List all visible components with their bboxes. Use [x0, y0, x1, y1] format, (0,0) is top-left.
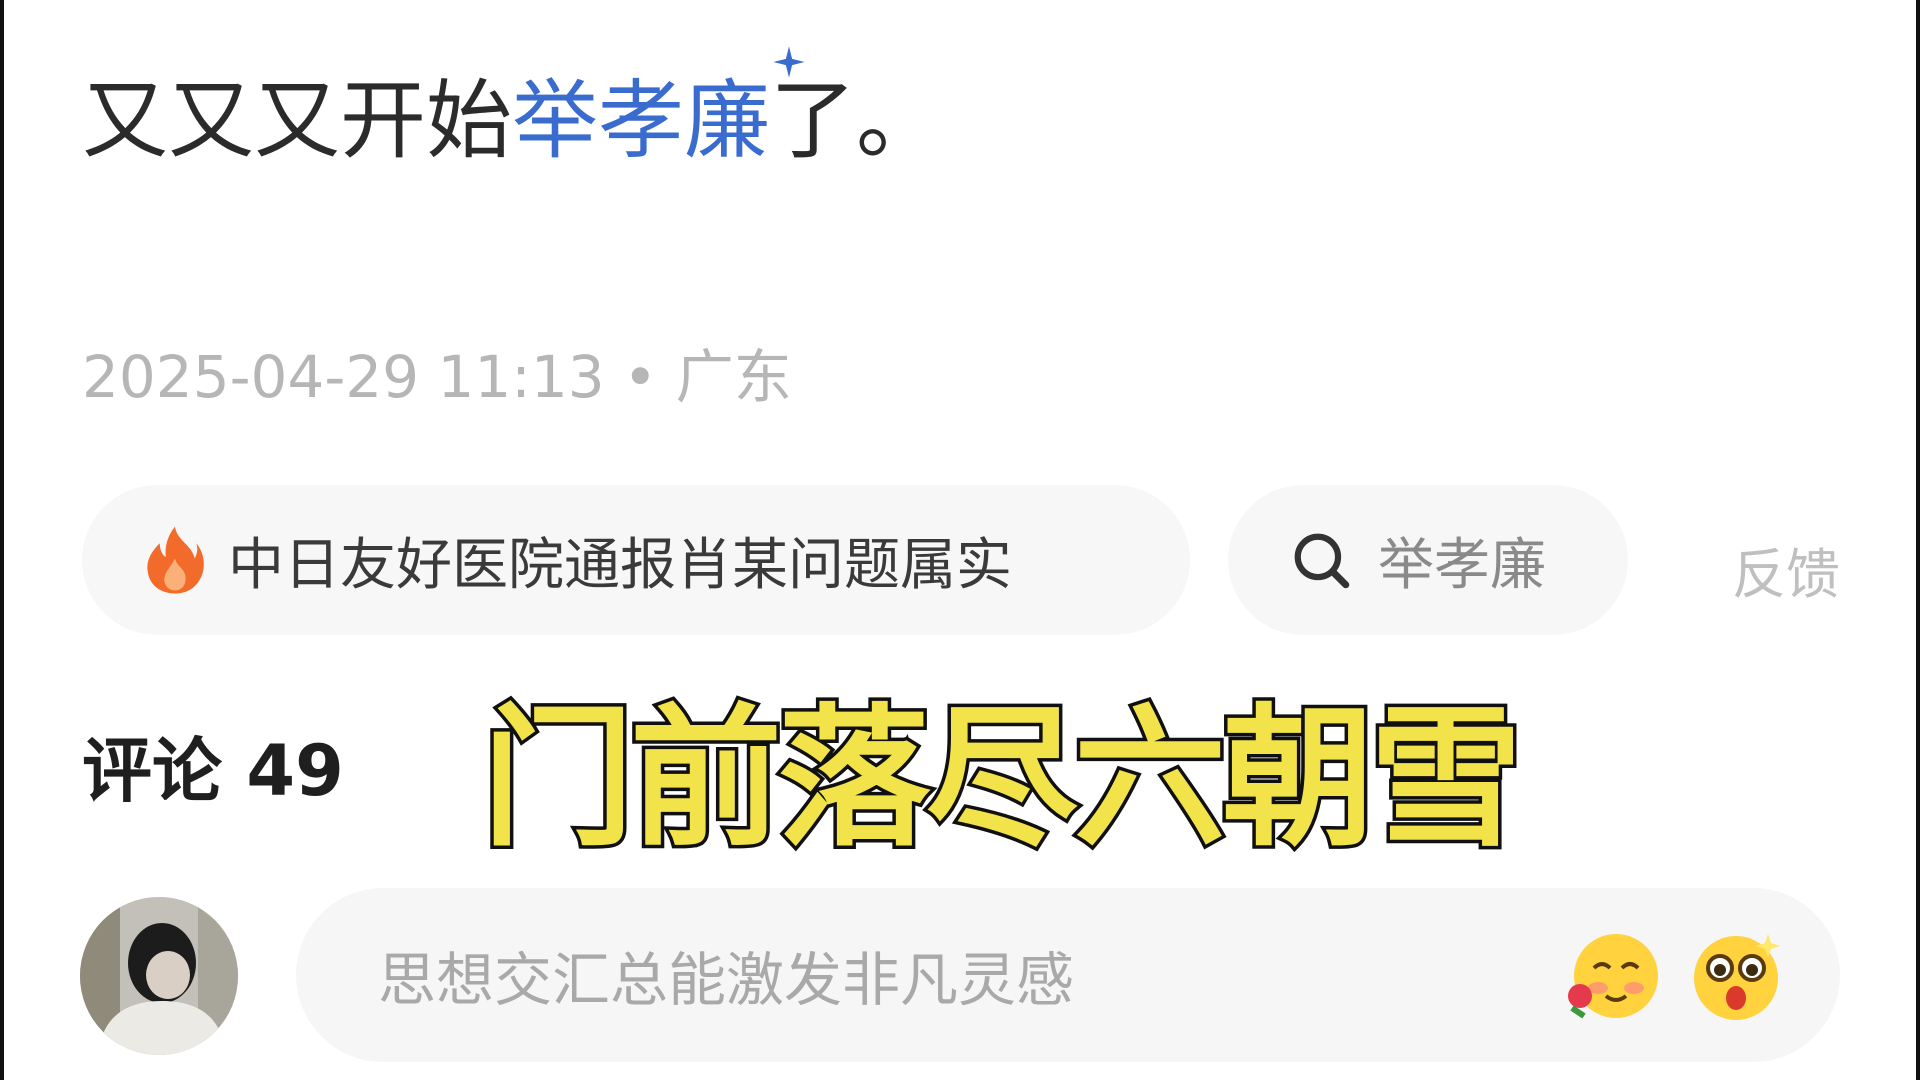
- post-text-before: 又又又开始: [82, 71, 512, 171]
- comment-count-heading: 评论 49: [82, 715, 344, 816]
- hot-topic-label: 中日友好医院通报肖某问题属实: [228, 532, 1012, 598]
- post-datetime: 2025-04-29 11:13: [82, 343, 605, 411]
- avatar-photo: [80, 897, 238, 1055]
- hot-topic-chip[interactable]: 中日友好医院通报肖某问题属实: [82, 485, 1190, 635]
- right-border: [1916, 0, 1920, 1080]
- post-meta: 2025-04-29 11:13 • 广东: [82, 330, 792, 414]
- comment-input-placeholder: 思想交汇总能激发非凡灵感: [378, 946, 1075, 1014]
- video-caption-overlay: 门前落尽六朝雪: [479, 687, 1526, 871]
- search-chip[interactable]: 举孝廉: [1228, 485, 1628, 635]
- comment-label: 评论: [82, 730, 222, 812]
- topic-link[interactable]: 举孝廉: [512, 46, 805, 171]
- post-location: 广东: [675, 343, 792, 411]
- search-term-label: 举孝廉: [1378, 532, 1546, 598]
- user-avatar[interactable]: [80, 897, 238, 1055]
- blushing-rose-emoji-icon[interactable]: [1566, 928, 1662, 1024]
- sparkle-icon: [773, 46, 805, 78]
- search-icon: [1294, 533, 1350, 589]
- topic-link-label: 举孝廉: [512, 71, 770, 171]
- meta-separator: •: [623, 343, 658, 411]
- post-content: 又又又开始举孝廉 了。: [82, 46, 942, 173]
- fire-icon: [147, 526, 204, 594]
- post-text-after: 了。: [770, 71, 942, 171]
- left-border: [0, 0, 4, 1080]
- comment-input[interactable]: 思想交汇总能激发非凡灵感: [296, 888, 1840, 1062]
- feedback-button[interactable]: 反馈: [1732, 530, 1840, 609]
- comment-count: 49: [246, 730, 344, 812]
- surprised-emoji-icon[interactable]: [1688, 928, 1784, 1024]
